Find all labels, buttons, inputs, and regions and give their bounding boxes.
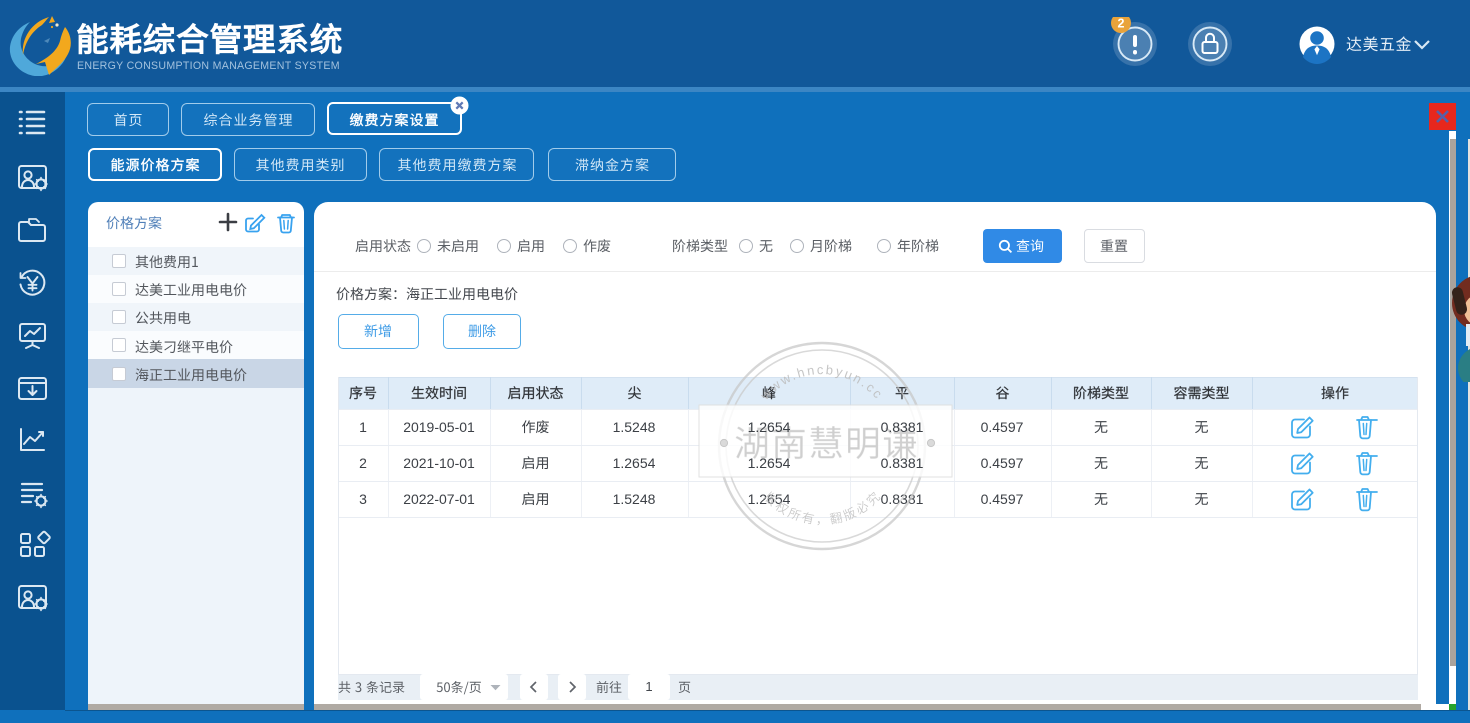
svg-text:2: 2 — [1118, 17, 1125, 31]
